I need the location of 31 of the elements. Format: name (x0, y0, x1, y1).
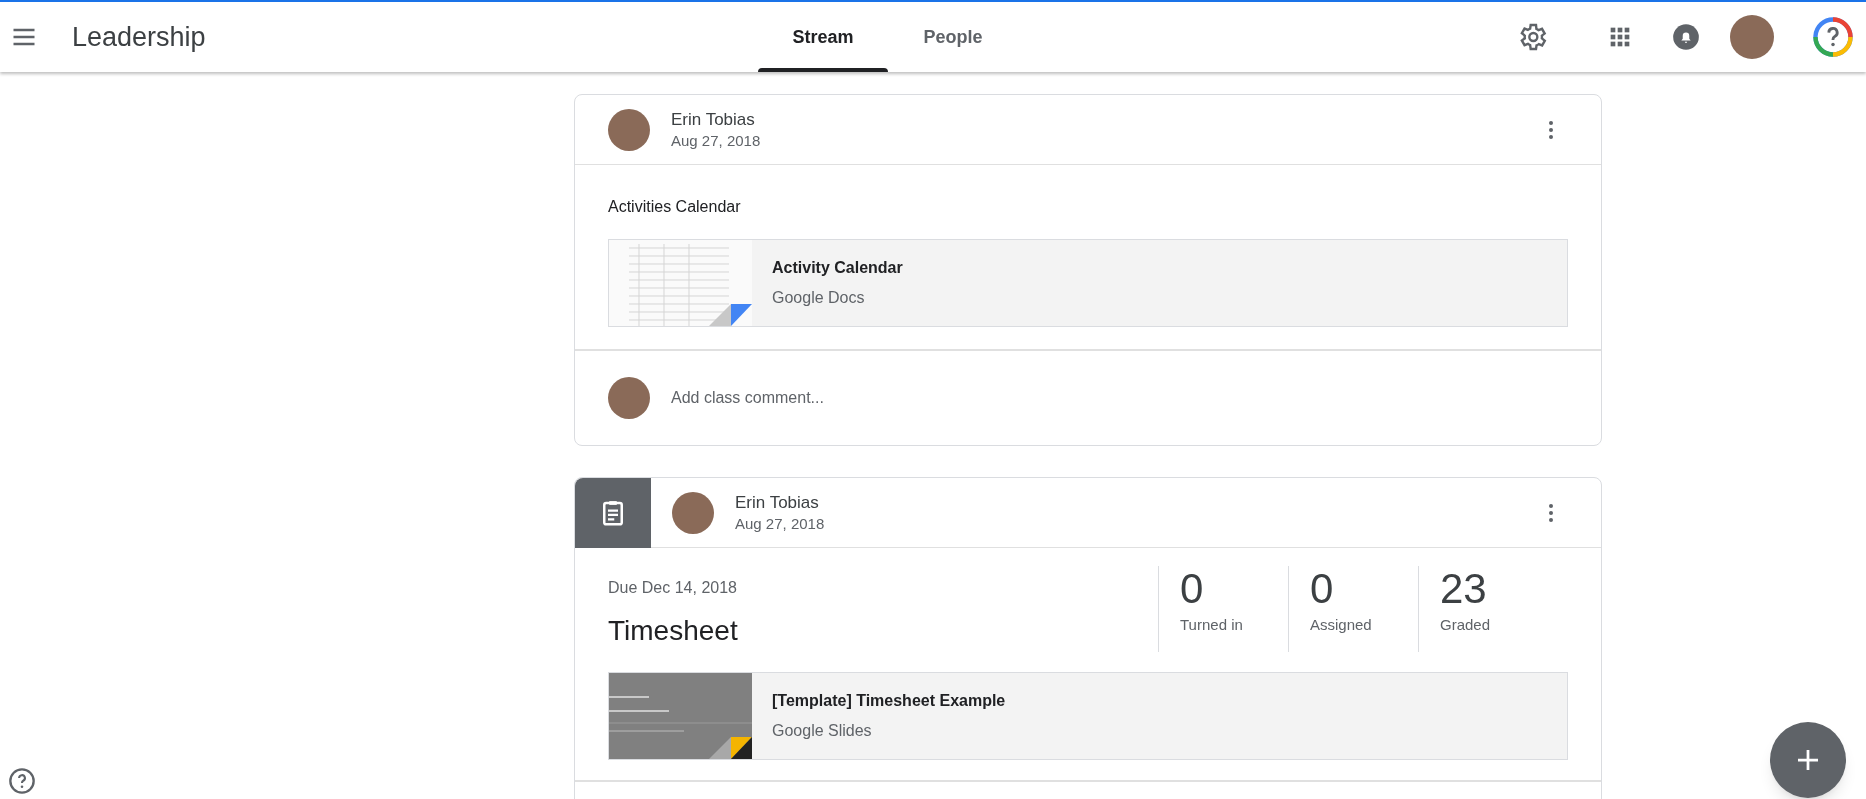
assignment-title[interactable]: Timesheet (608, 610, 738, 652)
help-icon[interactable] (8, 767, 36, 795)
class-title: Leadership (72, 20, 206, 54)
stat-label: Turned in (1180, 615, 1244, 635)
notifications-bell-icon[interactable] (1672, 23, 1700, 51)
post-date: Aug 27, 2018 (671, 130, 761, 151)
author-avatar (672, 491, 714, 534)
stat-label: Assigned (1310, 615, 1373, 635)
attachment-source: Google Slides (772, 721, 873, 741)
account-avatar[interactable] (1730, 15, 1774, 59)
stat-label: Graded (1440, 615, 1492, 635)
stat-count: 0 (1310, 566, 1335, 612)
comment-field[interactable]: Add class comment... (671, 386, 1568, 410)
tab[interactable]: Stream (758, 2, 888, 72)
post-date: Aug 27, 2018 (735, 513, 825, 534)
stat-count: 0 (1180, 566, 1205, 612)
stat-count: 23 (1440, 566, 1488, 612)
post-text: Activities Calendar (608, 197, 742, 217)
attachment-title: Activity Calendar (772, 258, 903, 278)
author-name: Erin Tobias (735, 491, 820, 514)
author-avatar (608, 108, 650, 151)
author-name: Erin Tobias (671, 108, 756, 131)
help-icon[interactable] (1812, 16, 1854, 58)
attachment-card[interactable]: [Template] Timesheet Example Google Slides (608, 672, 1568, 760)
create-button[interactable] (1770, 722, 1846, 798)
due-date: Due Dec 14, 2018 (608, 578, 738, 598)
tab[interactable]: People (888, 2, 1018, 72)
attachment-title: [Template] Timesheet Example (772, 691, 1006, 711)
user-avatar (608, 377, 650, 419)
attachment-card[interactable]: Activity Calendar Google Docs (608, 239, 1568, 327)
attachment-source: Google Docs (772, 288, 866, 308)
